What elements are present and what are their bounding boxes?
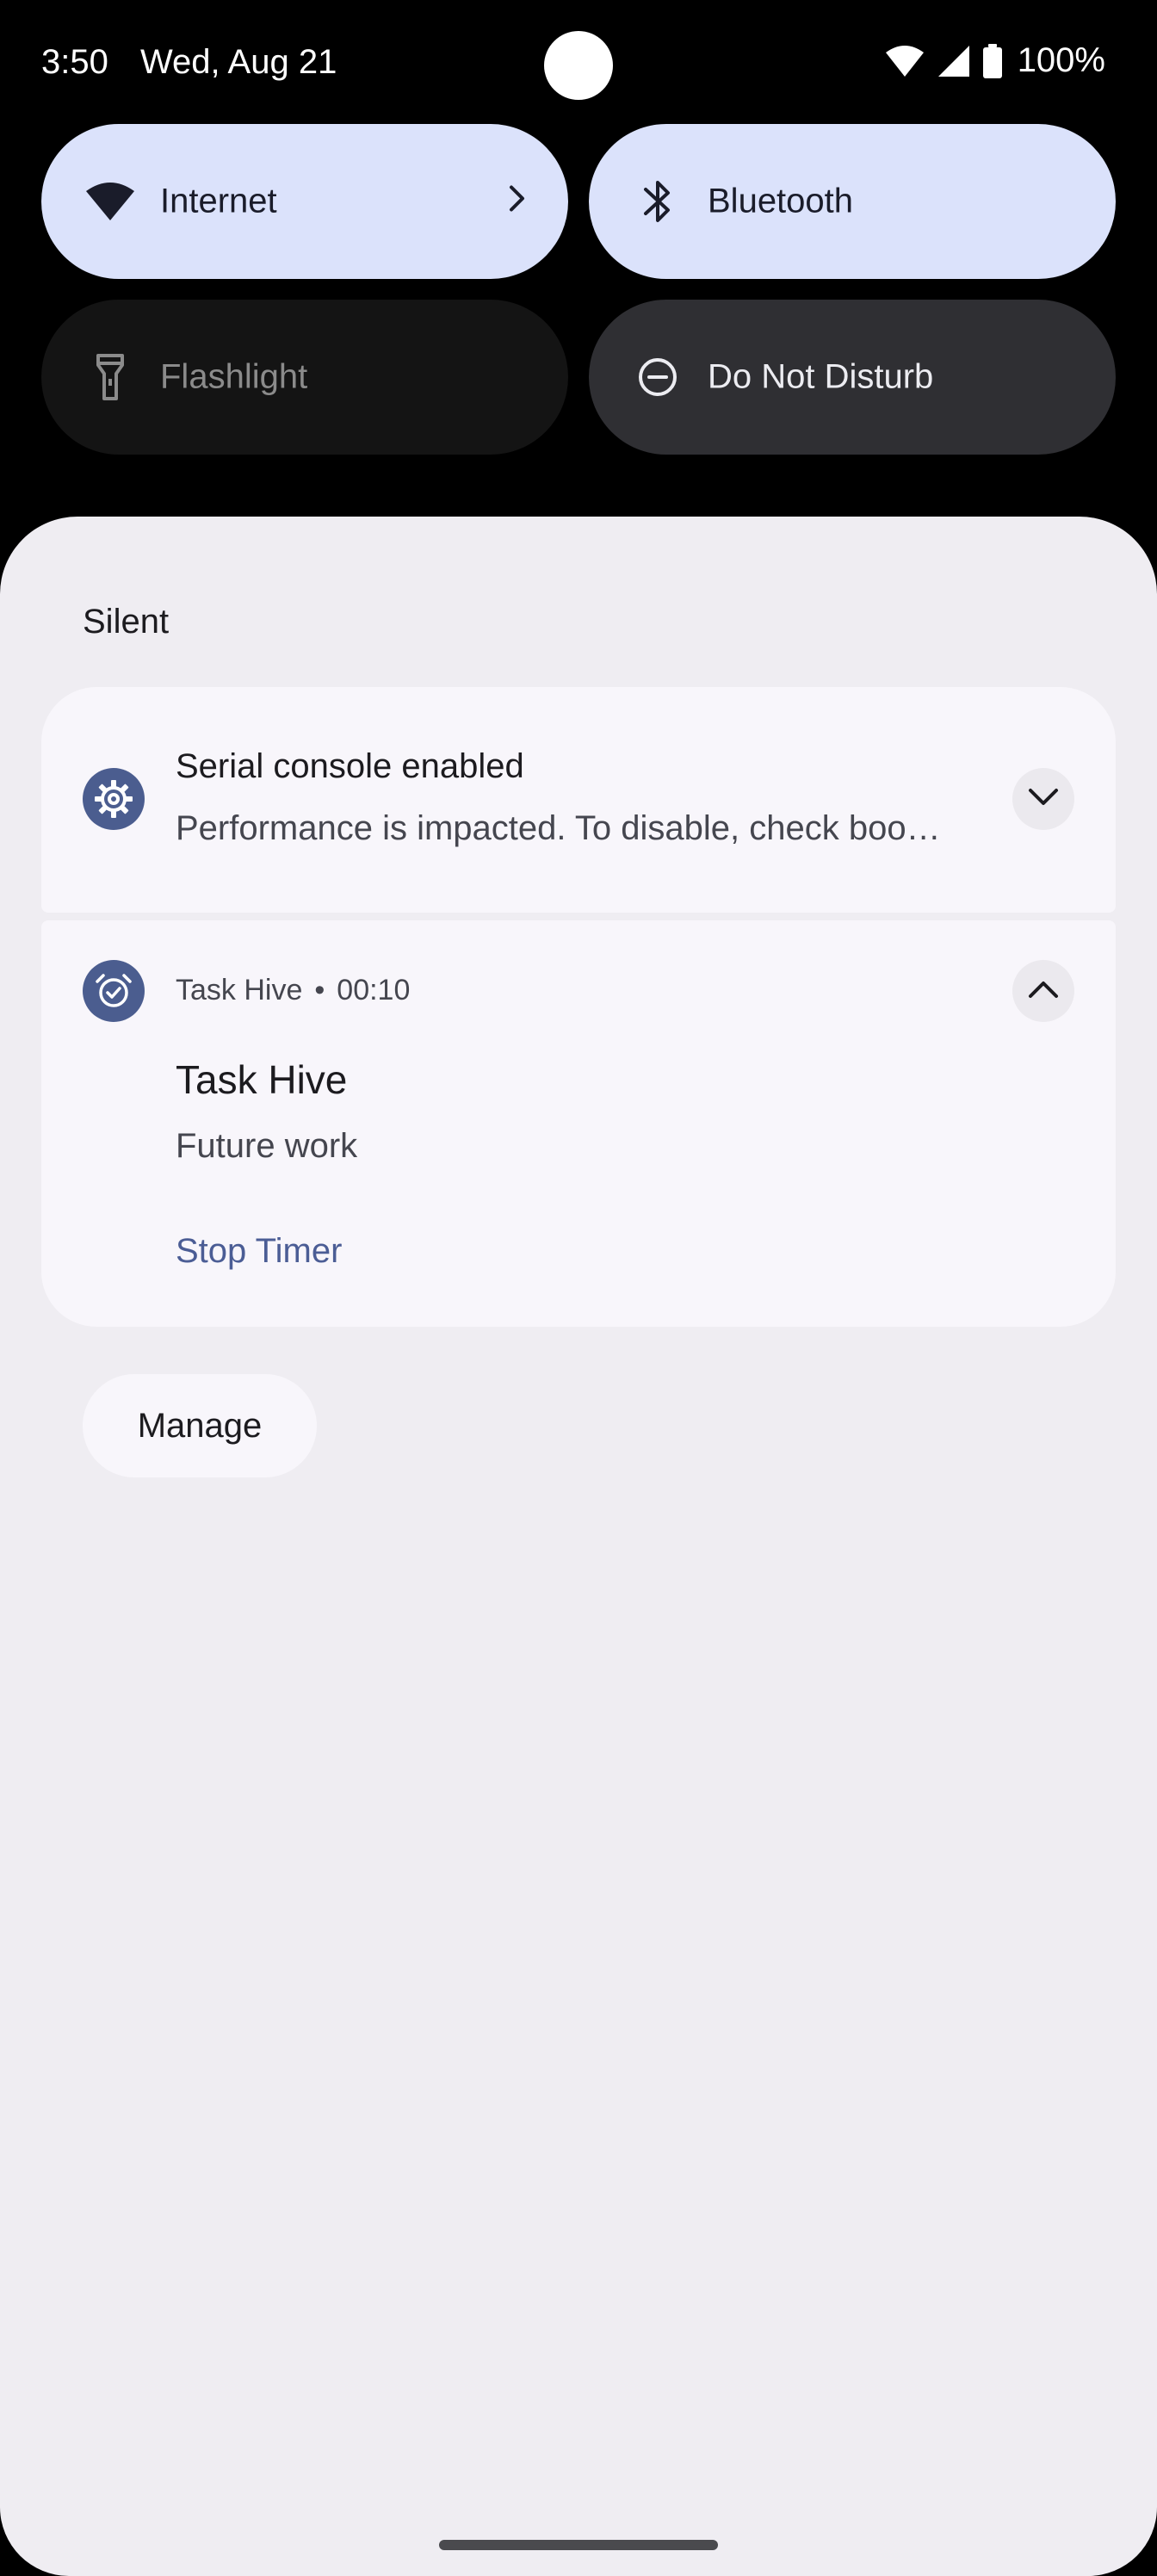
notification-shade-screen: 3:50 Wed, Aug 21 100% Internet Bluetooth… [0, 0, 1157, 2576]
notification-panel: Silent Serial console enabled Performanc… [0, 517, 1157, 2576]
gesture-handle[interactable] [439, 2540, 718, 2550]
bluetooth-icon [632, 176, 684, 227]
manage-button[interactable]: Manage [83, 1374, 317, 1477]
notification-title: Serial console enabled [176, 747, 524, 785]
notification-task-hive[interactable]: Task Hive • 00:10 Task Hive Future work … [41, 920, 1116, 1327]
alarm-icon [83, 960, 145, 1022]
camera-cutout [544, 31, 613, 100]
tile-internet-label: Internet [160, 182, 277, 220]
tile-bluetooth[interactable]: Bluetooth [589, 124, 1116, 279]
tile-do-not-disturb[interactable]: Do Not Disturb [589, 300, 1116, 455]
tile-dnd-label: Do Not Disturb [708, 357, 934, 396]
battery-percent: 100% [1017, 41, 1105, 79]
wifi-icon [84, 176, 136, 227]
status-date: Wed, Aug 21 [140, 43, 337, 81]
status-icons: 100% [885, 41, 1105, 80]
wifi-icon [885, 44, 925, 78]
tile-bluetooth-label: Bluetooth [708, 182, 854, 220]
stop-timer-button[interactable]: Stop Timer [176, 1232, 342, 1271]
notification-header: Task Hive • 00:10 [176, 974, 410, 1007]
notification-title: Task Hive [176, 1057, 348, 1102]
gear-icon [83, 768, 145, 830]
dnd-icon [632, 351, 684, 403]
expand-button[interactable] [1012, 768, 1074, 830]
chevron-up-icon [1028, 980, 1059, 1003]
chevron-right-icon [508, 183, 527, 221]
battery-icon [982, 43, 1002, 78]
header-separator: • [314, 974, 325, 1006]
tile-internet[interactable]: Internet [41, 124, 568, 279]
tile-flashlight[interactable]: Flashlight [41, 300, 568, 455]
notification-app-name: Task Hive [176, 974, 303, 1006]
notification-text: Future work [176, 1127, 358, 1165]
chevron-down-icon [1028, 788, 1059, 811]
flashlight-icon [84, 351, 136, 403]
tile-flashlight-label: Flashlight [160, 357, 308, 396]
signal-icon [937, 44, 971, 78]
notification-time: 00:10 [337, 974, 411, 1006]
notification-text: Performance is impacted. To disable, che… [176, 809, 941, 847]
notification-serial-console[interactable]: Serial console enabled Performance is im… [41, 687, 1116, 913]
status-bar: 3:50 Wed, Aug 21 100% [0, 0, 1157, 129]
collapse-button[interactable] [1012, 960, 1074, 1022]
status-time: 3:50 [41, 43, 108, 81]
section-title-silent: Silent [83, 603, 170, 641]
